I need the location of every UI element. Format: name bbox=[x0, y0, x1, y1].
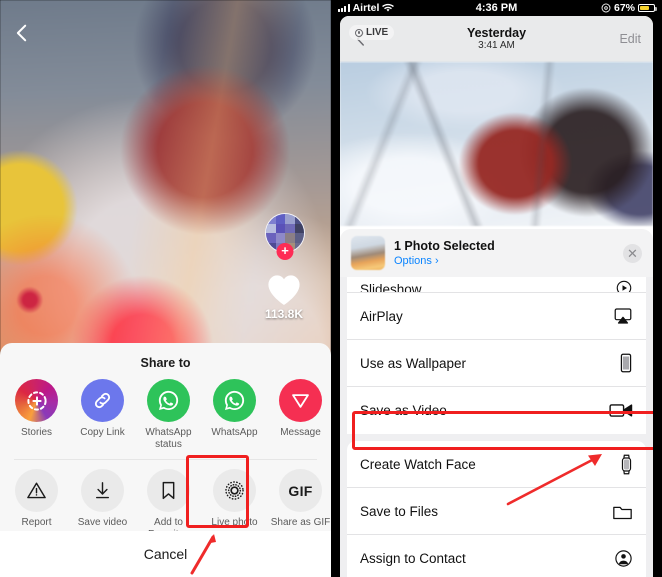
list-item-assign-to-contact[interactable]: Assign to Contact bbox=[347, 535, 646, 577]
like-count: 113.8K bbox=[264, 307, 304, 321]
action-report[interactable]: Report bbox=[6, 469, 67, 529]
share-app-label: WhatsApp status bbox=[145, 427, 192, 450]
share-app-label: WhatsApp bbox=[211, 427, 258, 438]
share-sheet-header-text: 1 Photo Selected Options › bbox=[394, 239, 495, 268]
share-app-message[interactable]: Message bbox=[270, 379, 331, 439]
instagram-stories-icon[interactable] bbox=[15, 379, 58, 422]
slideshow-icon bbox=[615, 279, 633, 292]
like-block[interactable]: 113.8K bbox=[255, 273, 313, 321]
share-actions-row: Report Save video Add to Live photo GIF … bbox=[0, 460, 331, 540]
chevron-right-icon: › bbox=[434, 254, 439, 267]
action-add-to-favorites[interactable]: Add to Favorites bbox=[138, 469, 199, 540]
photo-preview bbox=[340, 62, 653, 226]
bookmark-icon[interactable] bbox=[147, 469, 190, 512]
battery-percent-label: 67% bbox=[613, 2, 635, 14]
share-app-label: Message bbox=[280, 427, 321, 438]
share-app-copy-link[interactable]: Copy Link bbox=[72, 379, 133, 439]
list-item-save-as-video[interactable]: Save as Video bbox=[347, 387, 646, 434]
list-item-create-watch-face[interactable]: Create Watch Face bbox=[347, 441, 646, 488]
cancel-button[interactable]: Cancel bbox=[0, 531, 331, 577]
options-link[interactable]: Options › bbox=[394, 254, 495, 268]
screenshot-root: + 113.8K Share to Stories Copy Link What… bbox=[0, 0, 662, 577]
person-circle-icon bbox=[614, 549, 633, 568]
action-save-video[interactable]: Save video bbox=[72, 469, 133, 529]
action-label: Live photo bbox=[211, 517, 258, 528]
list-item-label: Assign to Contact bbox=[360, 551, 466, 566]
share-app-label: Copy Link bbox=[80, 427, 125, 438]
live-badge-label: LIVE bbox=[366, 27, 389, 38]
cancel-label: Cancel bbox=[143, 546, 188, 562]
photo-thumbnail[interactable] bbox=[351, 236, 385, 270]
edit-button[interactable]: Edit bbox=[619, 32, 641, 46]
back-chevron-icon[interactable] bbox=[11, 22, 33, 44]
nav-subtitle: 3:41 AM bbox=[478, 40, 515, 51]
gif-icon[interactable]: GIF bbox=[279, 469, 322, 512]
live-badge[interactable]: LIVE bbox=[349, 25, 395, 40]
share-app-label: Stories bbox=[20, 427, 53, 438]
share-app-whatsapp[interactable]: WhatsApp bbox=[204, 379, 265, 439]
phone-icon bbox=[619, 353, 633, 373]
list-item-label: Create Watch Face bbox=[360, 456, 476, 472]
action-label: Save video bbox=[77, 517, 128, 528]
list-item-label: Slideshow bbox=[360, 282, 422, 293]
status-bar: Airtel 4:36 PM 67% bbox=[331, 0, 662, 16]
video-camera-icon bbox=[609, 402, 633, 419]
share-options-group-1: Slideshow AirPlay Use as Wallpaper Save … bbox=[347, 277, 646, 434]
download-icon[interactable] bbox=[81, 469, 124, 512]
paper-plane-icon[interactable] bbox=[279, 379, 322, 422]
phone-screen: Yesterday 3:41 AM Edit LIVE 1 Photo Sele… bbox=[340, 16, 653, 577]
action-live-photo[interactable]: Live photo bbox=[204, 469, 265, 529]
share-options-list: Slideshow AirPlay Use as Wallpaper Save … bbox=[340, 277, 653, 577]
whatsapp-icon[interactable] bbox=[147, 379, 190, 422]
status-bar-right: 67% bbox=[601, 2, 657, 14]
share-sheet-title: Share to bbox=[140, 356, 191, 370]
tiktok-panel: + 113.8K Share to Stories Copy Link What… bbox=[0, 0, 331, 577]
heart-icon[interactable] bbox=[266, 273, 302, 306]
action-label: Share as GIF bbox=[270, 517, 331, 528]
selection-title: 1 Photo Selected bbox=[394, 238, 495, 253]
ios-panel: Airtel 4:36 PM 67% Yesterday 3:41 AM Edi… bbox=[331, 0, 662, 577]
live-photo-icon bbox=[355, 28, 363, 37]
list-item-label: Save to Files bbox=[360, 503, 439, 519]
action-share-as-gif[interactable]: GIF Share as GIF bbox=[270, 469, 331, 529]
share-sheet: Share to Stories Copy Link WhatsApp stat… bbox=[0, 343, 331, 577]
apple-watch-icon bbox=[620, 454, 633, 475]
share-apps-row: Stories Copy Link WhatsApp status WhatsA… bbox=[0, 379, 331, 450]
share-sheet-header: 1 Photo Selected Options › ✕ bbox=[340, 229, 653, 277]
share-sheet: 1 Photo Selected Options › ✕ Slideshow A… bbox=[340, 229, 653, 577]
share-app-whatsapp-status[interactable]: WhatsApp status bbox=[138, 379, 199, 450]
list-item-label: Save as Video bbox=[360, 403, 447, 418]
live-photo-icon[interactable] bbox=[213, 469, 256, 512]
share-options-group-2: Create Watch Face Save to Files Assign t… bbox=[347, 441, 646, 577]
airplay-icon bbox=[613, 307, 633, 325]
battery-charging-icon bbox=[638, 3, 657, 13]
list-item-save-to-files[interactable]: Save to Files bbox=[347, 488, 646, 535]
list-item-label: AirPlay bbox=[360, 308, 403, 324]
list-item-slideshow[interactable]: Slideshow bbox=[347, 277, 646, 293]
action-label: Report bbox=[21, 517, 52, 528]
avatar[interactable]: + bbox=[265, 213, 305, 260]
close-icon[interactable]: ✕ bbox=[623, 243, 642, 263]
share-app-stories[interactable]: Stories bbox=[6, 379, 67, 439]
folder-icon bbox=[612, 503, 633, 520]
rotation-lock-icon bbox=[601, 3, 611, 13]
list-item-airplay[interactable]: AirPlay bbox=[347, 293, 646, 340]
list-item-use-as-wallpaper[interactable]: Use as Wallpaper bbox=[347, 340, 646, 387]
follow-plus-icon[interactable]: + bbox=[276, 243, 294, 260]
list-item-label: Use as Wallpaper bbox=[360, 355, 467, 371]
options-label: Options bbox=[394, 254, 432, 267]
whatsapp-icon[interactable] bbox=[213, 379, 256, 422]
link-icon[interactable] bbox=[81, 379, 124, 422]
warning-triangle-icon[interactable] bbox=[15, 469, 58, 512]
